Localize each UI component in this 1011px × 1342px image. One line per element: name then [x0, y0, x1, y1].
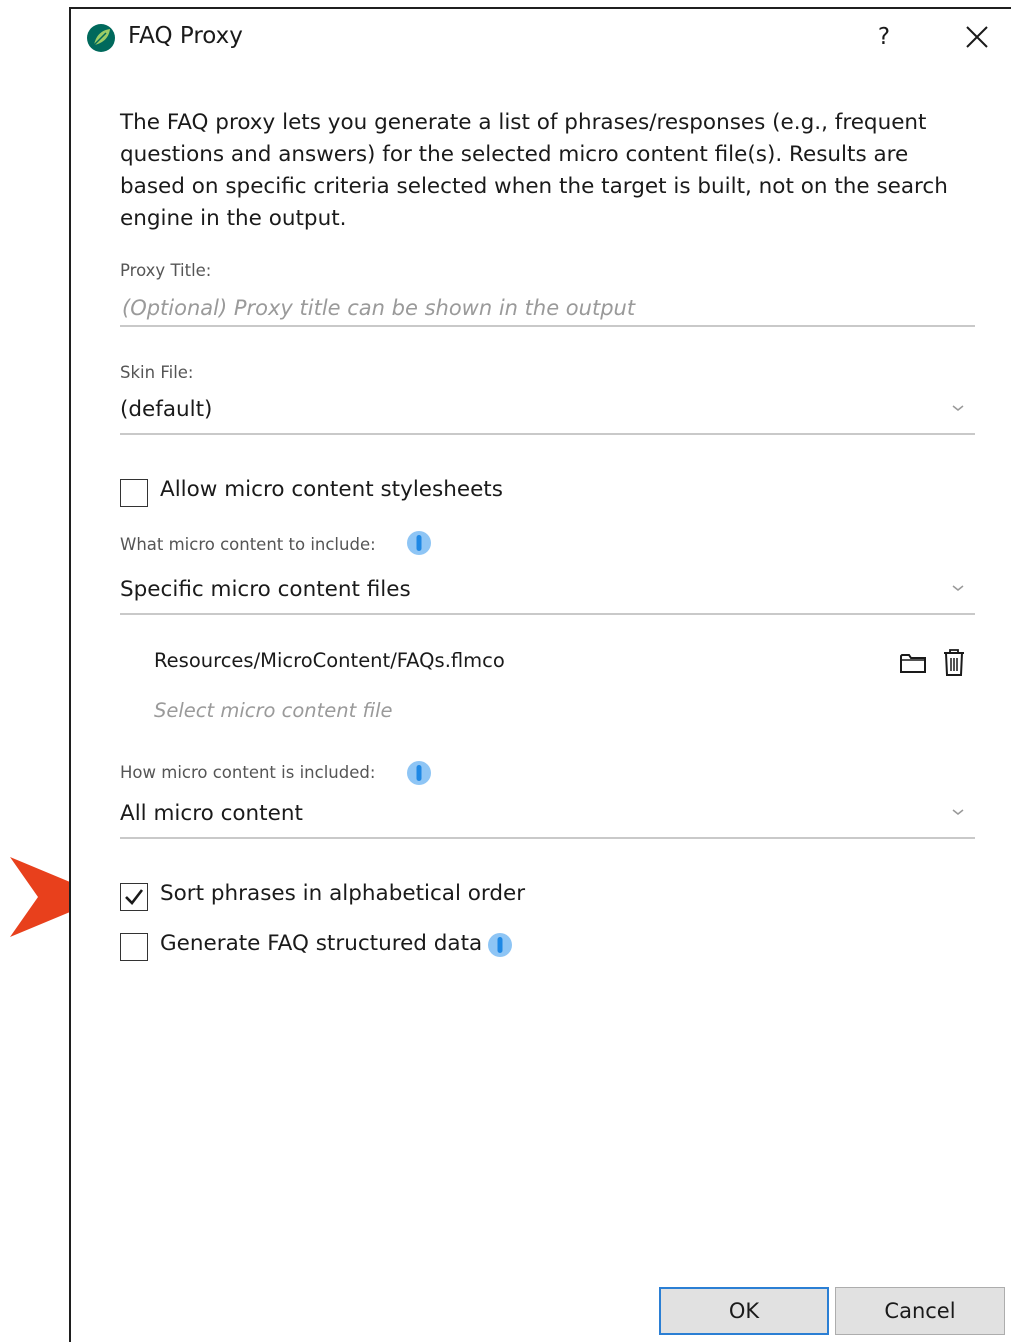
micro-content-file-item[interactable]: Resources/MicroContent/FAQs.flmco	[154, 649, 505, 672]
title-bar: FAQ Proxy ?	[71, 9, 1011, 65]
folder-icon[interactable]	[899, 650, 927, 676]
skin-file-value: (default)	[120, 397, 213, 422]
sort-alphabetical-label: Sort phrases in alphabetical order	[160, 881, 526, 906]
allow-stylesheets-checkbox-row[interactable]: Allow micro content stylesheets	[120, 477, 520, 507]
allow-stylesheets-label: Allow micro content stylesheets	[160, 477, 503, 502]
proxy-title-label: Proxy Title:	[120, 261, 212, 280]
window-title: FAQ Proxy	[128, 23, 243, 49]
skin-file-label: Skin File:	[120, 363, 194, 382]
how-included-value: All micro content	[120, 801, 303, 826]
close-button[interactable]	[957, 21, 997, 55]
description-text: The FAQ proxy lets you generate a list o…	[120, 110, 948, 231]
info-icon[interactable]	[487, 932, 513, 958]
help-button[interactable]: ?	[866, 21, 902, 55]
generate-faq-checkbox[interactable]	[120, 933, 148, 961]
how-included-dropdown[interactable]: All micro content	[120, 795, 975, 839]
checkmark-icon	[125, 889, 144, 905]
chevron-down-icon	[952, 585, 964, 591]
chevron-down-icon	[952, 405, 964, 411]
ok-button[interactable]: OK	[659, 1287, 829, 1335]
info-icon[interactable]	[406, 760, 432, 786]
generate-faq-checkbox-row[interactable]: Generate FAQ structured data	[120, 931, 483, 961]
what-to-include-label: What micro content to include:	[120, 535, 376, 554]
faq-proxy-dialog: FAQ Proxy ? The FAQ proxy lets you gener…	[69, 7, 1011, 1342]
trash-icon[interactable]	[942, 647, 966, 677]
info-icon[interactable]	[406, 530, 432, 556]
close-icon	[966, 26, 988, 48]
what-to-include-dropdown[interactable]: Specific micro content files	[120, 571, 975, 615]
allow-stylesheets-checkbox[interactable]	[120, 479, 148, 507]
app-logo-icon	[87, 24, 115, 52]
cancel-button[interactable]: Cancel	[835, 1287, 1005, 1335]
sort-alphabetical-checkbox[interactable]	[120, 883, 148, 911]
proxy-title-input[interactable]	[120, 291, 975, 327]
what-to-include-value: Specific micro content files	[120, 577, 411, 602]
sort-alphabetical-checkbox-row[interactable]: Sort phrases in alphabetical order	[120, 881, 540, 911]
skin-file-dropdown[interactable]: (default)	[120, 391, 975, 435]
select-file-placeholder[interactable]: Select micro content file	[154, 699, 393, 722]
chevron-down-icon	[952, 809, 964, 815]
how-included-label: How micro content is included:	[120, 763, 376, 782]
generate-faq-label: Generate FAQ structured data	[160, 931, 483, 956]
